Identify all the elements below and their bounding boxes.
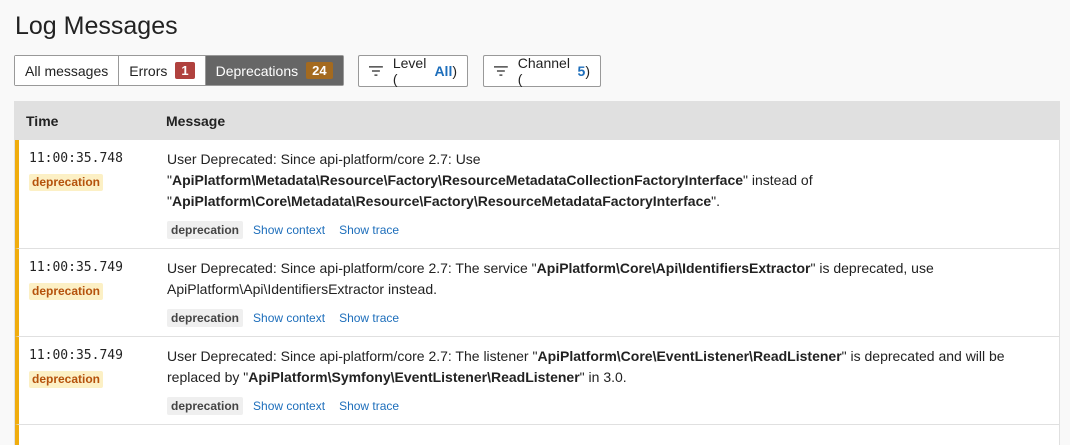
table-header: Time Message	[15, 102, 1059, 140]
log-level-badge: deprecation	[29, 371, 104, 388]
log-filter-tabs: All messages Errors 1 Deprecations 24	[14, 55, 344, 86]
message-class-name: ApiPlatform\Core\Metadata\Resource\Facto…	[171, 193, 712, 209]
table-row: 11:00:35.748 deprecation User Deprecated…	[15, 140, 1059, 249]
message-text: ".	[711, 193, 721, 209]
channel-filter-value: 5	[577, 63, 586, 79]
level-filter-value: All	[434, 63, 453, 79]
message-class-name: ApiPlatform\Metadata\Resource\Factory\Re…	[171, 172, 744, 188]
message-text: " in 3.0.	[579, 369, 627, 385]
tab-errors[interactable]: Errors 1	[119, 56, 206, 85]
level-filter-close: )	[452, 63, 457, 79]
level-filter-button[interactable]: Level ( All)	[358, 55, 468, 87]
channel-badge: deprecation	[167, 309, 244, 327]
log-time: 11:00:35.748	[29, 151, 123, 166]
message-text: User Deprecated: Since api-platform/core…	[167, 260, 537, 276]
log-level-badge: deprecation	[29, 283, 104, 300]
message-column-header: Message	[166, 113, 226, 129]
show-trace-link[interactable]: Show trace	[339, 399, 399, 413]
log-time: 11:00:35.749	[29, 260, 123, 275]
log-message: User Deprecated: Since api-platform/core…	[167, 346, 1059, 388]
channel-filter-label: Channel (	[517, 55, 570, 87]
show-trace-link[interactable]: Show trace	[339, 311, 399, 325]
log-message: User Deprecated: Since api-platform/core…	[167, 149, 1059, 212]
time-column-header: Time	[26, 113, 59, 129]
errors-count-badge: 1	[175, 62, 195, 79]
filter-icon	[369, 66, 383, 76]
channel-filter-close: )	[585, 63, 590, 79]
log-level-badge: deprecation	[29, 174, 104, 191]
message-class-name: ApiPlatform\Core\EventListener\ReadListe…	[537, 348, 842, 364]
show-context-link[interactable]: Show context	[253, 223, 325, 237]
log-time: 11:00:35.749	[29, 348, 123, 363]
deprecations-count-badge: 24	[306, 62, 333, 79]
show-context-link[interactable]: Show context	[253, 311, 325, 325]
table-row: 11:00:35.749 deprecation User Deprecated…	[15, 249, 1059, 337]
filter-icon	[494, 66, 508, 76]
table-row	[15, 425, 1059, 445]
tab-label: Errors	[129, 62, 168, 79]
level-filter-label: Level (	[392, 55, 427, 87]
channel-badge: deprecation	[167, 397, 244, 415]
log-table: Time Message 11:00:35.748 deprecation Us…	[14, 101, 1060, 445]
table-row: 11:00:35.749 deprecation User Deprecated…	[15, 337, 1059, 425]
tab-label: Deprecations	[215, 62, 299, 79]
tab-label: All messages	[25, 62, 109, 79]
message-class-name: ApiPlatform\Core\Api\IdentifiersExtracto…	[536, 260, 811, 276]
show-trace-link[interactable]: Show trace	[339, 223, 399, 237]
tab-deprecations[interactable]: Deprecations 24	[205, 56, 343, 85]
show-context-link[interactable]: Show context	[253, 399, 325, 413]
message-text: User Deprecated: Since api-platform/core…	[167, 348, 538, 364]
page-title: Log Messages	[15, 12, 178, 40]
message-class-name: ApiPlatform\Symfony\EventListener\ReadLi…	[248, 369, 580, 385]
log-message: User Deprecated: Since api-platform/core…	[167, 258, 1059, 300]
tab-all-messages[interactable]: All messages	[15, 56, 120, 85]
channel-filter-button[interactable]: Channel ( 5)	[483, 55, 601, 87]
channel-badge: deprecation	[167, 221, 244, 239]
